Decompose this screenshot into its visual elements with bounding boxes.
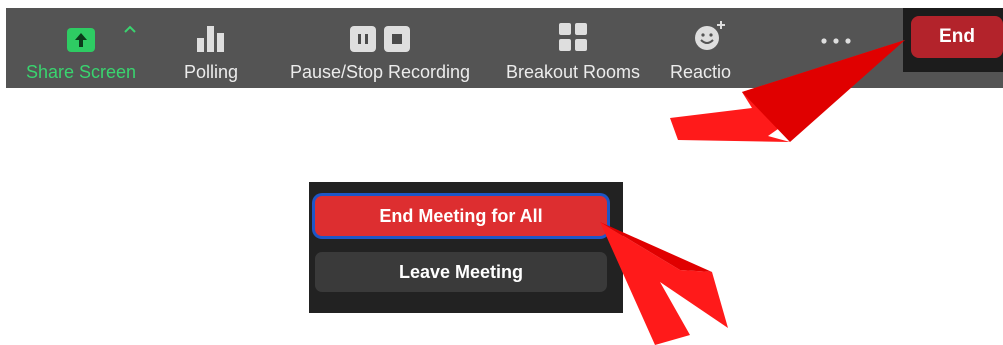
pause-stop-recording-button[interactable]: Pause/Stop Recording <box>282 8 478 88</box>
end-meeting-for-all-button[interactable]: End Meeting for All <box>315 196 607 236</box>
end-button[interactable]: End <box>911 16 1003 58</box>
stop-icon <box>384 26 410 52</box>
more-ellipsis-icon <box>821 38 851 44</box>
reactions-button[interactable]: Reactio <box>670 8 750 88</box>
breakout-rooms-label: Breakout Rooms <box>505 62 641 82</box>
reactions-icon <box>695 21 725 50</box>
polling-label: Polling <box>183 62 239 82</box>
pause-icon <box>350 26 376 52</box>
breakout-rooms-button[interactable]: Breakout Rooms <box>498 8 648 88</box>
polling-icon <box>197 26 224 52</box>
breakout-rooms-icon <box>559 23 587 51</box>
reactions-label: Reactio <box>670 62 732 82</box>
share-screen-button[interactable]: Share Screen <box>18 8 144 88</box>
more-label: e <box>848 62 859 82</box>
leave-meeting-button[interactable]: Leave Meeting <box>315 252 607 292</box>
more-button[interactable]: e <box>806 8 866 88</box>
share-options-chevron-up-icon[interactable] <box>123 24 137 34</box>
pause-stop-recording-label: Pause/Stop Recording <box>289 62 471 82</box>
polling-button[interactable]: Polling <box>176 8 246 88</box>
meeting-toolbar: Share Screen Polling Pause/Stop Recordin… <box>6 8 1003 88</box>
end-button-area: End <box>903 8 1003 72</box>
share-screen-icon <box>67 28 95 52</box>
share-screen-label: Share Screen <box>25 62 137 82</box>
end-meeting-menu: End Meeting for All Leave Meeting <box>309 182 623 313</box>
